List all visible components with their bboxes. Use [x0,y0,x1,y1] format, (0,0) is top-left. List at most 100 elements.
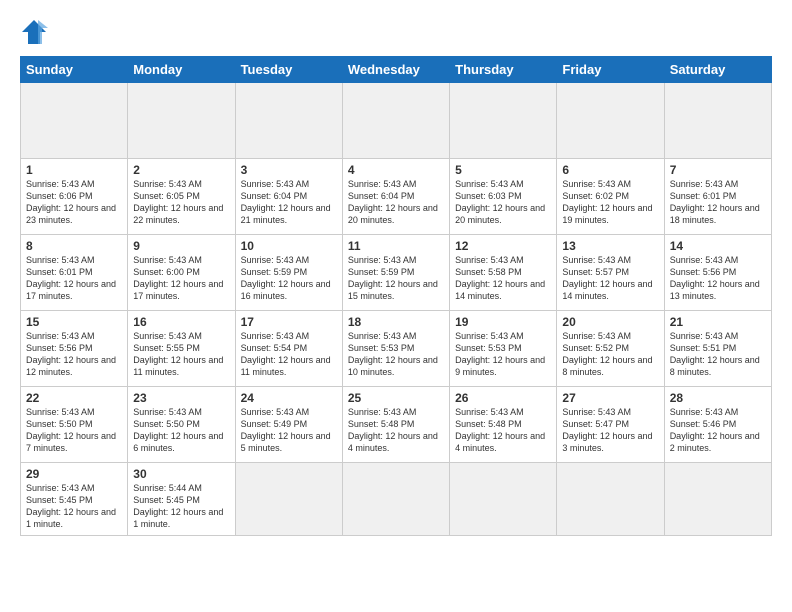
day-number: 19 [455,315,551,329]
day-info: Sunrise: 5:43 AMSunset: 5:59 PMDaylight:… [348,254,444,303]
day-info: Sunrise: 5:43 AMSunset: 6:04 PMDaylight:… [241,178,337,227]
calendar-cell [557,463,664,536]
day-number: 18 [348,315,444,329]
header [20,18,772,46]
day-number: 25 [348,391,444,405]
calendar-cell [664,83,771,159]
day-info: Sunrise: 5:43 AMSunset: 5:58 PMDaylight:… [455,254,551,303]
day-info: Sunrise: 5:43 AMSunset: 5:50 PMDaylight:… [133,406,229,455]
day-number: 22 [26,391,122,405]
day-info: Sunrise: 5:43 AMSunset: 5:50 PMDaylight:… [26,406,122,455]
weekday-thursday: Thursday [450,57,557,83]
day-number: 20 [562,315,658,329]
day-info: Sunrise: 5:43 AMSunset: 5:49 PMDaylight:… [241,406,337,455]
calendar-cell: 16Sunrise: 5:43 AMSunset: 5:55 PMDayligh… [128,311,235,387]
calendar-cell: 14Sunrise: 5:43 AMSunset: 5:56 PMDayligh… [664,235,771,311]
calendar-cell: 22Sunrise: 5:43 AMSunset: 5:50 PMDayligh… [21,387,128,463]
calendar-cell: 5Sunrise: 5:43 AMSunset: 6:03 PMDaylight… [450,159,557,235]
day-number: 21 [670,315,766,329]
day-number: 3 [241,163,337,177]
day-info: Sunrise: 5:43 AMSunset: 5:59 PMDaylight:… [241,254,337,303]
calendar-cell: 29Sunrise: 5:43 AMSunset: 5:45 PMDayligh… [21,463,128,536]
calendar-cell: 2Sunrise: 5:43 AMSunset: 6:05 PMDaylight… [128,159,235,235]
calendar-cell: 27Sunrise: 5:43 AMSunset: 5:47 PMDayligh… [557,387,664,463]
day-number: 4 [348,163,444,177]
calendar-cell: 28Sunrise: 5:43 AMSunset: 5:46 PMDayligh… [664,387,771,463]
day-number: 27 [562,391,658,405]
day-info: Sunrise: 5:43 AMSunset: 6:05 PMDaylight:… [133,178,229,227]
weekday-friday: Friday [557,57,664,83]
calendar-cell: 21Sunrise: 5:43 AMSunset: 5:51 PMDayligh… [664,311,771,387]
calendar-cell: 11Sunrise: 5:43 AMSunset: 5:59 PMDayligh… [342,235,449,311]
day-info: Sunrise: 5:43 AMSunset: 6:01 PMDaylight:… [26,254,122,303]
day-number: 16 [133,315,229,329]
day-number: 7 [670,163,766,177]
calendar-cell: 10Sunrise: 5:43 AMSunset: 5:59 PMDayligh… [235,235,342,311]
weekday-wednesday: Wednesday [342,57,449,83]
calendar-cell: 24Sunrise: 5:43 AMSunset: 5:49 PMDayligh… [235,387,342,463]
calendar-cell: 17Sunrise: 5:43 AMSunset: 5:54 PMDayligh… [235,311,342,387]
day-info: Sunrise: 5:44 AMSunset: 5:45 PMDaylight:… [133,482,229,531]
day-info: Sunrise: 5:43 AMSunset: 6:04 PMDaylight:… [348,178,444,227]
day-info: Sunrise: 5:43 AMSunset: 5:52 PMDaylight:… [562,330,658,379]
calendar-cell: 6Sunrise: 5:43 AMSunset: 6:02 PMDaylight… [557,159,664,235]
day-number: 8 [26,239,122,253]
day-info: Sunrise: 5:43 AMSunset: 5:55 PMDaylight:… [133,330,229,379]
week-row-4: 15Sunrise: 5:43 AMSunset: 5:56 PMDayligh… [21,311,772,387]
day-number: 29 [26,467,122,481]
weekday-monday: Monday [128,57,235,83]
calendar-cell [664,463,771,536]
calendar-cell: 1Sunrise: 5:43 AMSunset: 6:06 PMDaylight… [21,159,128,235]
day-number: 11 [348,239,444,253]
day-info: Sunrise: 5:43 AMSunset: 5:56 PMDaylight:… [670,254,766,303]
week-row-3: 8Sunrise: 5:43 AMSunset: 6:01 PMDaylight… [21,235,772,311]
logo-icon [20,18,48,46]
calendar-cell: 30Sunrise: 5:44 AMSunset: 5:45 PMDayligh… [128,463,235,536]
calendar-cell [450,463,557,536]
week-row-2: 1Sunrise: 5:43 AMSunset: 6:06 PMDaylight… [21,159,772,235]
day-number: 30 [133,467,229,481]
weekday-sunday: Sunday [21,57,128,83]
calendar-cell: 7Sunrise: 5:43 AMSunset: 6:01 PMDaylight… [664,159,771,235]
day-info: Sunrise: 5:43 AMSunset: 5:48 PMDaylight:… [455,406,551,455]
day-number: 1 [26,163,122,177]
day-number: 26 [455,391,551,405]
page: SundayMondayTuesdayWednesdayThursdayFrid… [0,0,792,612]
calendar-cell: 23Sunrise: 5:43 AMSunset: 5:50 PMDayligh… [128,387,235,463]
calendar-cell [235,83,342,159]
weekday-header-row: SundayMondayTuesdayWednesdayThursdayFrid… [21,57,772,83]
calendar-cell [235,463,342,536]
day-info: Sunrise: 5:43 AMSunset: 5:53 PMDaylight:… [455,330,551,379]
day-info: Sunrise: 5:43 AMSunset: 5:56 PMDaylight:… [26,330,122,379]
logo [20,18,52,46]
day-info: Sunrise: 5:43 AMSunset: 5:46 PMDaylight:… [670,406,766,455]
day-info: Sunrise: 5:43 AMSunset: 5:48 PMDaylight:… [348,406,444,455]
calendar-cell: 13Sunrise: 5:43 AMSunset: 5:57 PMDayligh… [557,235,664,311]
day-number: 14 [670,239,766,253]
day-number: 23 [133,391,229,405]
day-info: Sunrise: 5:43 AMSunset: 5:53 PMDaylight:… [348,330,444,379]
day-info: Sunrise: 5:43 AMSunset: 5:47 PMDaylight:… [562,406,658,455]
day-number: 10 [241,239,337,253]
day-info: Sunrise: 5:43 AMSunset: 6:01 PMDaylight:… [670,178,766,227]
day-number: 2 [133,163,229,177]
day-number: 17 [241,315,337,329]
calendar-cell [342,463,449,536]
day-number: 12 [455,239,551,253]
calendar-cell [557,83,664,159]
calendar-cell: 4Sunrise: 5:43 AMSunset: 6:04 PMDaylight… [342,159,449,235]
calendar-cell: 19Sunrise: 5:43 AMSunset: 5:53 PMDayligh… [450,311,557,387]
week-row-5: 22Sunrise: 5:43 AMSunset: 5:50 PMDayligh… [21,387,772,463]
day-number: 24 [241,391,337,405]
calendar-cell: 12Sunrise: 5:43 AMSunset: 5:58 PMDayligh… [450,235,557,311]
day-info: Sunrise: 5:43 AMSunset: 5:51 PMDaylight:… [670,330,766,379]
day-number: 6 [562,163,658,177]
day-info: Sunrise: 5:43 AMSunset: 5:57 PMDaylight:… [562,254,658,303]
weekday-saturday: Saturday [664,57,771,83]
day-info: Sunrise: 5:43 AMSunset: 6:06 PMDaylight:… [26,178,122,227]
calendar-cell: 26Sunrise: 5:43 AMSunset: 5:48 PMDayligh… [450,387,557,463]
calendar-cell [342,83,449,159]
calendar-table: SundayMondayTuesdayWednesdayThursdayFrid… [20,56,772,536]
calendar-cell: 25Sunrise: 5:43 AMSunset: 5:48 PMDayligh… [342,387,449,463]
day-number: 9 [133,239,229,253]
